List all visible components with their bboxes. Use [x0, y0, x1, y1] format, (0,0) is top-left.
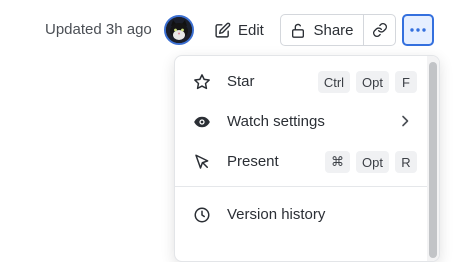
link-icon — [372, 23, 387, 37]
more-horizontal-icon — [410, 28, 426, 32]
avatar[interactable] — [164, 15, 194, 45]
cursor-pointer-icon — [195, 154, 209, 169]
shortcut-key: Opt — [356, 71, 389, 93]
share-button[interactable]: Share — [280, 14, 364, 46]
copy-link-button[interactable] — [363, 14, 396, 46]
keyboard-shortcut: ⌘ Opt R — [325, 151, 417, 173]
pencil-square-icon — [215, 22, 231, 38]
menu-item-label: Star — [227, 73, 255, 90]
cat-avatar-icon — [166, 17, 192, 43]
shortcut-key: Opt — [356, 151, 389, 173]
shortcut-key: Ctrl — [317, 71, 351, 93]
keyboard-shortcut: Ctrl Opt F — [317, 71, 417, 93]
menu-item-present[interactable]: Present ⌘ Opt R — [175, 141, 427, 181]
menu-item-label: Version history — [227, 206, 326, 223]
chevron-right-icon — [402, 115, 409, 127]
edit-button-label: Edit — [238, 21, 264, 39]
updated-timestamp: Updated 3h ago — [45, 21, 152, 38]
share-button-label: Share — [313, 21, 354, 39]
shortcut-key: F — [395, 71, 417, 93]
page-header: Updated 3h ago Edit Share — [0, 0, 454, 60]
clock-icon — [194, 207, 210, 223]
menu-item-label: Watch settings — [227, 113, 325, 130]
menu-divider — [175, 186, 427, 187]
more-options-button[interactable] — [402, 14, 434, 46]
star-icon — [194, 74, 210, 90]
edit-button[interactable]: Edit — [214, 14, 264, 46]
menu-scrollbar[interactable] — [427, 56, 439, 261]
unlock-icon — [292, 23, 305, 38]
scrollbar-thumb[interactable] — [429, 62, 437, 258]
shortcut-key: ⌘ — [325, 151, 351, 173]
more-options-menu: Star Ctrl Opt F Watch settings Present ⌘… — [174, 55, 440, 262]
menu-item-star[interactable]: Star Ctrl Opt F — [175, 61, 427, 101]
menu-item-label: Present — [227, 153, 279, 170]
menu-item-version-history[interactable]: Version history — [175, 194, 427, 234]
shortcut-key: R — [395, 151, 417, 173]
menu-item-watch-settings[interactable]: Watch settings — [175, 101, 427, 141]
eye-icon — [194, 116, 210, 128]
